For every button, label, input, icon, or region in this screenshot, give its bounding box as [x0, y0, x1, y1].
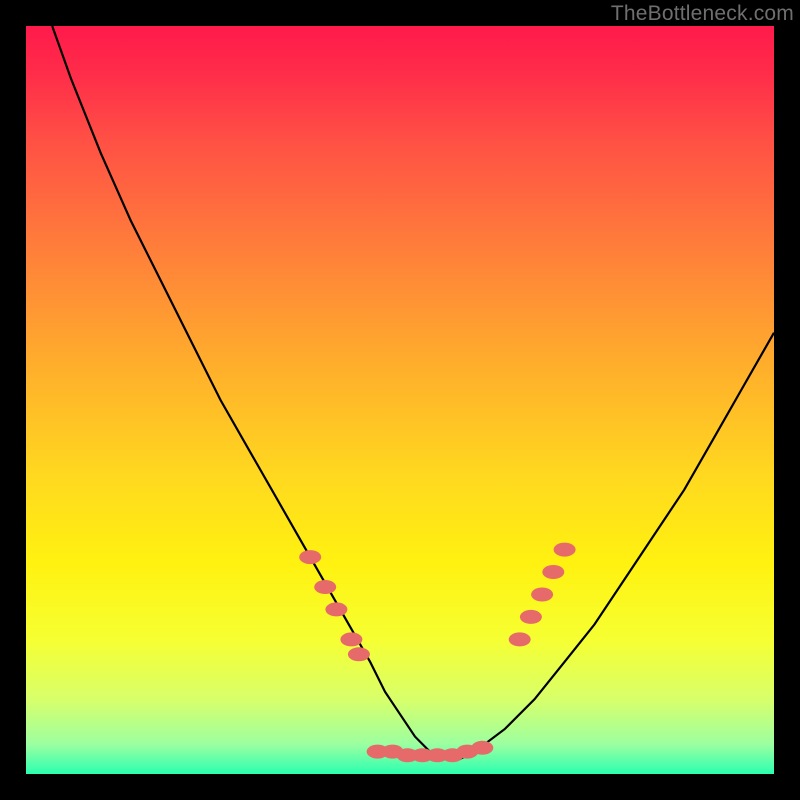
marker-dot [542, 565, 564, 579]
marker-dot [325, 602, 347, 616]
marker-dot [520, 610, 542, 624]
marker-dot [554, 543, 576, 557]
watermark-text: TheBottleneck.com [611, 2, 794, 26]
marker-dot [340, 632, 362, 646]
bottleneck-chart [26, 26, 774, 774]
marker-dot [531, 588, 553, 602]
chart-frame [26, 26, 774, 774]
marker-dot [348, 647, 370, 661]
marker-dot [509, 632, 531, 646]
marker-dot [471, 741, 493, 755]
chart-background [26, 26, 774, 774]
marker-dot [299, 550, 321, 564]
marker-dot [314, 580, 336, 594]
